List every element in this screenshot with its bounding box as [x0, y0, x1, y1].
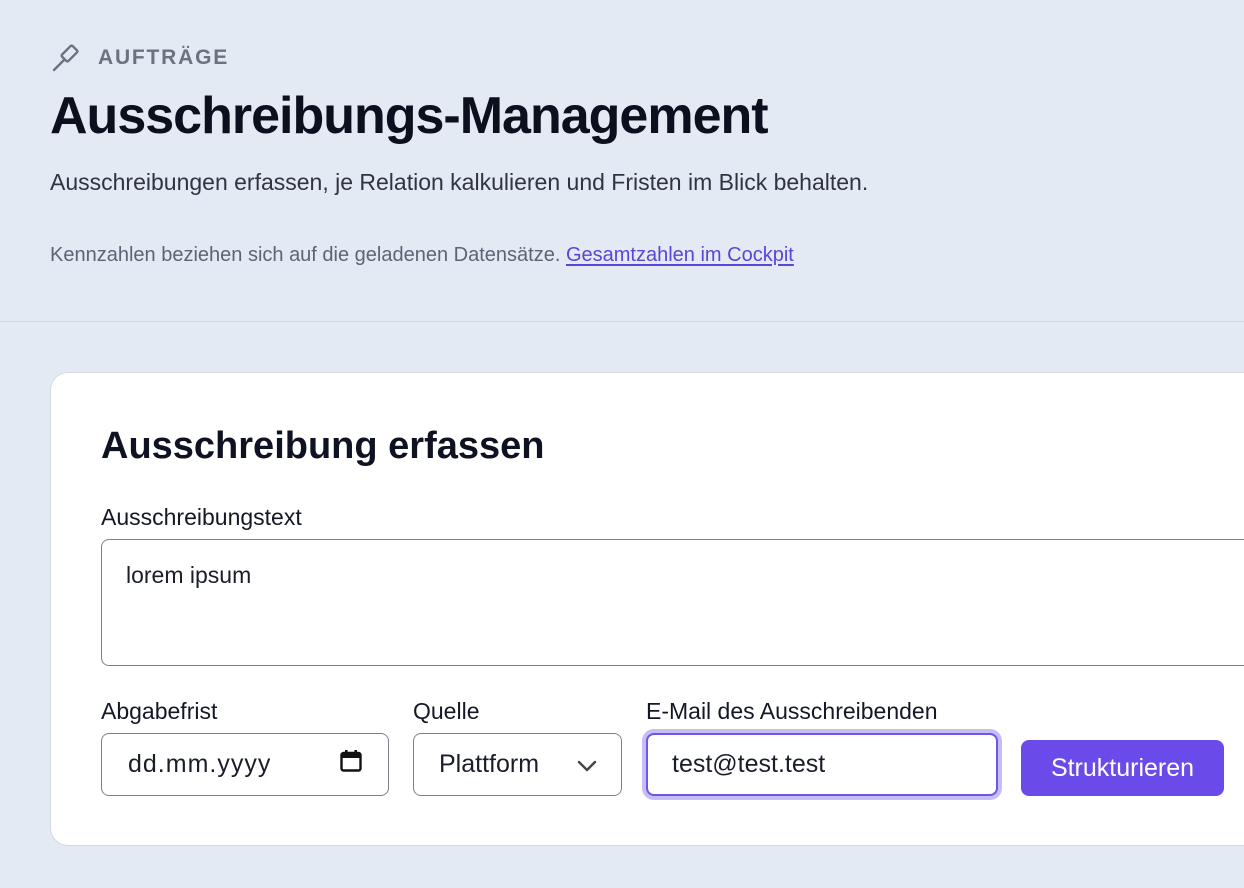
page-title: Ausschreibungs-Management	[50, 87, 769, 145]
tender-text-label: Ausschreibungstext	[101, 504, 302, 530]
email-input[interactable]: test@test.test	[646, 733, 998, 796]
deadline-date-input[interactable]: dd.mm.yyyy	[101, 733, 389, 796]
deadline-placeholder: dd.mm.yyyy	[128, 750, 272, 778]
cockpit-link[interactable]: Gesamtzahlen im Cockpit	[566, 244, 794, 266]
tender-form-card: Ausschreibung erfassen Ausschreibungstex…	[50, 372, 1244, 846]
deadline-label: Abgabefrist	[101, 698, 218, 724]
email-value: test@test.test	[672, 750, 826, 778]
calendar-icon[interactable]	[340, 750, 362, 779]
stats-note-text: Kennzahlen beziehen sich auf die geladen…	[50, 244, 561, 266]
page-header: AUFTRÄGE Ausschreibungs-Management Aussc…	[0, 0, 1244, 322]
email-label: E-Mail des Ausschreibenden	[646, 698, 938, 724]
page-subtitle: Ausschreibungen erfassen, je Relation ka…	[50, 169, 869, 195]
stats-note: Kennzahlen beziehen sich auf die geladen…	[50, 244, 794, 267]
source-label: Quelle	[413, 698, 480, 724]
source-selected-value: Plattform	[439, 750, 540, 778]
form-title: Ausschreibung erfassen	[101, 425, 545, 467]
chevron-down-icon	[577, 750, 597, 779]
eyebrow-label: AUFTRÄGE	[98, 46, 230, 69]
section-eyebrow: AUFTRÄGE	[50, 42, 229, 74]
tender-text-input[interactable]: lorem ipsum	[101, 539, 1244, 666]
source-select[interactable]: Plattform	[413, 733, 622, 796]
structure-button[interactable]: Strukturieren	[1021, 740, 1224, 796]
gavel-icon	[50, 42, 82, 74]
